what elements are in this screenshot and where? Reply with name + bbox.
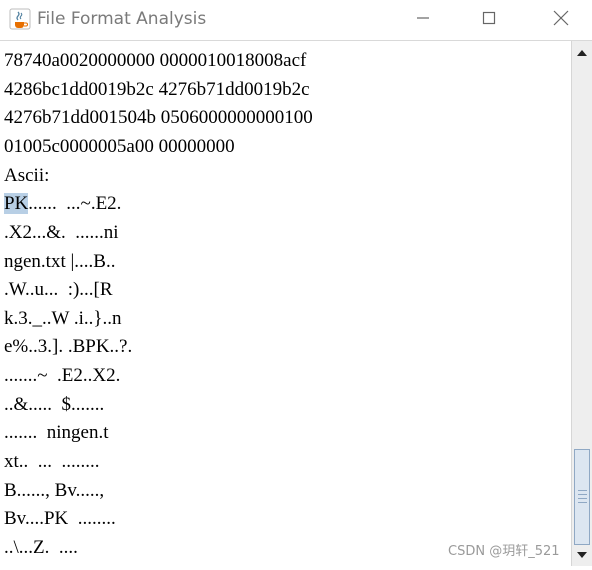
scroll-up-button[interactable] [572,43,592,63]
text-line: Ascii: [4,165,50,186]
scroll-down-button[interactable] [572,545,592,565]
text-line-rest: ...... ...~.E2. [28,193,122,214]
watermark: CSDN @玥轩_521 [448,544,560,559]
text-line: B......, Bv....., [4,480,105,501]
text-line: .W..u... :)...[R [4,279,113,300]
maximize-button[interactable] [466,0,512,40]
text-line: .......~ .E2..X2. [4,365,121,386]
grip-line [578,494,587,495]
vertical-scrollbar[interactable] [571,41,592,566]
scroll-thumb[interactable] [574,449,590,545]
text-line: ....... ningen.t [4,422,109,443]
text-line: .X2...&. ......ni [4,222,119,243]
text-line: ..\...Z. .... [4,537,78,558]
text-line: 4276b71dd001504b 0506000000000100 [4,107,313,128]
text-line: k.3._..W .i..}..n [4,308,122,329]
text-line: 01005c0000005a00 00000000 [4,136,235,157]
maximize-icon [482,11,496,30]
selected-text: PK [4,193,29,214]
text-line: 4286bc1dd0019b2c 4276b71dd0019b2c [4,79,310,100]
text-line: xt.. ... ........ [4,451,100,472]
title-bar: File Format Analysis [0,0,592,40]
grip-line [578,498,587,499]
text-line: ..&..... $....... [4,394,105,415]
text-line: e%..3.]. .BPK..?. [4,336,133,357]
close-button[interactable] [538,0,584,40]
text-area[interactable]: 78740a0020000000 0000010018008acf 4286bc… [0,41,571,566]
text-line-selected: PK...... ...~.E2. [4,193,121,215]
grip-line [578,490,587,491]
minimize-icon [416,11,430,30]
scroll-track[interactable] [572,63,592,545]
text-line: 78740a0020000000 0000010018008acf [4,50,307,71]
close-icon [553,10,569,31]
grip-line [578,502,587,503]
java-cup-icon [9,8,31,30]
arrow-down-icon [572,552,592,569]
minimize-button[interactable] [400,0,446,40]
text-line: ngen.txt |....B.. [4,251,116,272]
window-title: File Format Analysis [37,9,207,29]
text-line: Bv....PK ........ [4,508,116,529]
